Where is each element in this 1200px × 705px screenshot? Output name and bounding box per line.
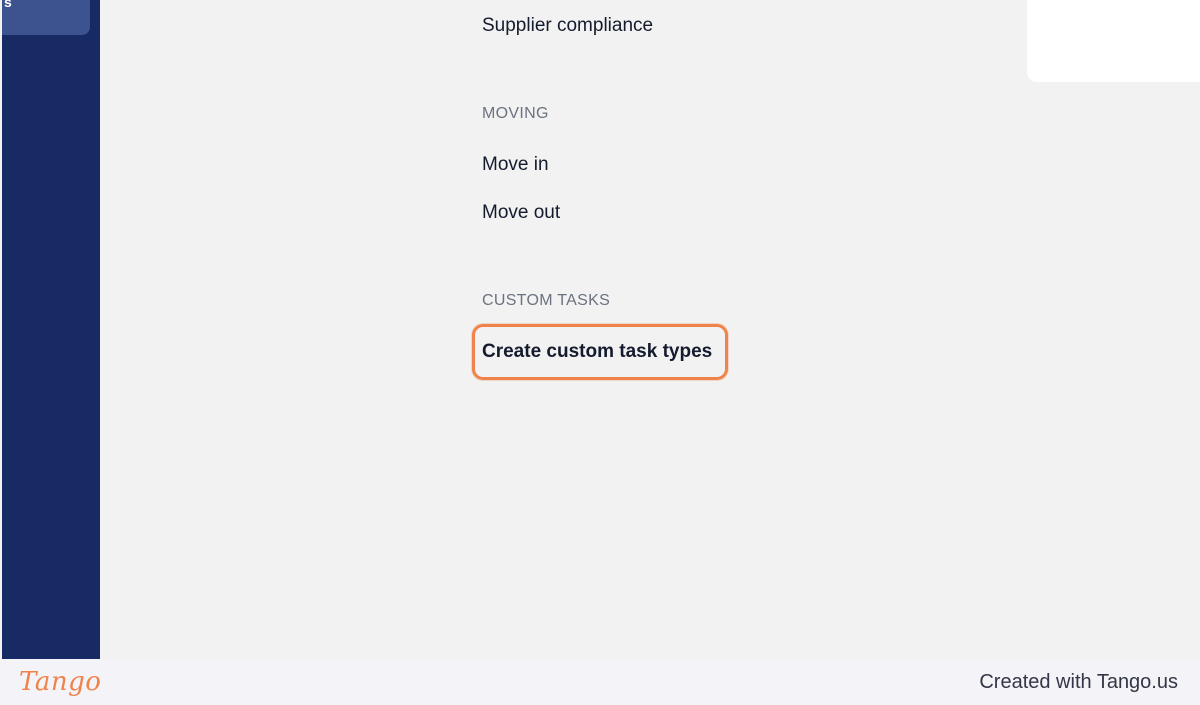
sidebar-active-item-label: s	[4, 0, 12, 10]
sidebar-active-item[interactable]: s	[2, 0, 90, 35]
sidebar: s	[2, 0, 100, 659]
menu-item-move-out[interactable]: Move out	[482, 201, 560, 225]
footer-credit-text: Created with Tango.us	[979, 671, 1178, 693]
section-heading-custom-tasks: CUSTOM TASKS	[482, 292, 611, 309]
section-heading-moving: MOVING	[482, 105, 549, 122]
menu-item-supplier-compliance[interactable]: Supplier compliance	[482, 14, 653, 38]
footer-bar: Tango Created with Tango.us	[0, 659, 1200, 705]
right-panel-card	[1027, 0, 1200, 82]
menu-item-move-in[interactable]: Move in	[482, 153, 549, 177]
menu-item-create-custom-task-types[interactable]: Create custom task types	[482, 340, 712, 364]
tango-logo: Tango	[19, 667, 102, 697]
app-window: s Supplier compliance MOVING Move in Mov…	[0, 0, 1200, 705]
